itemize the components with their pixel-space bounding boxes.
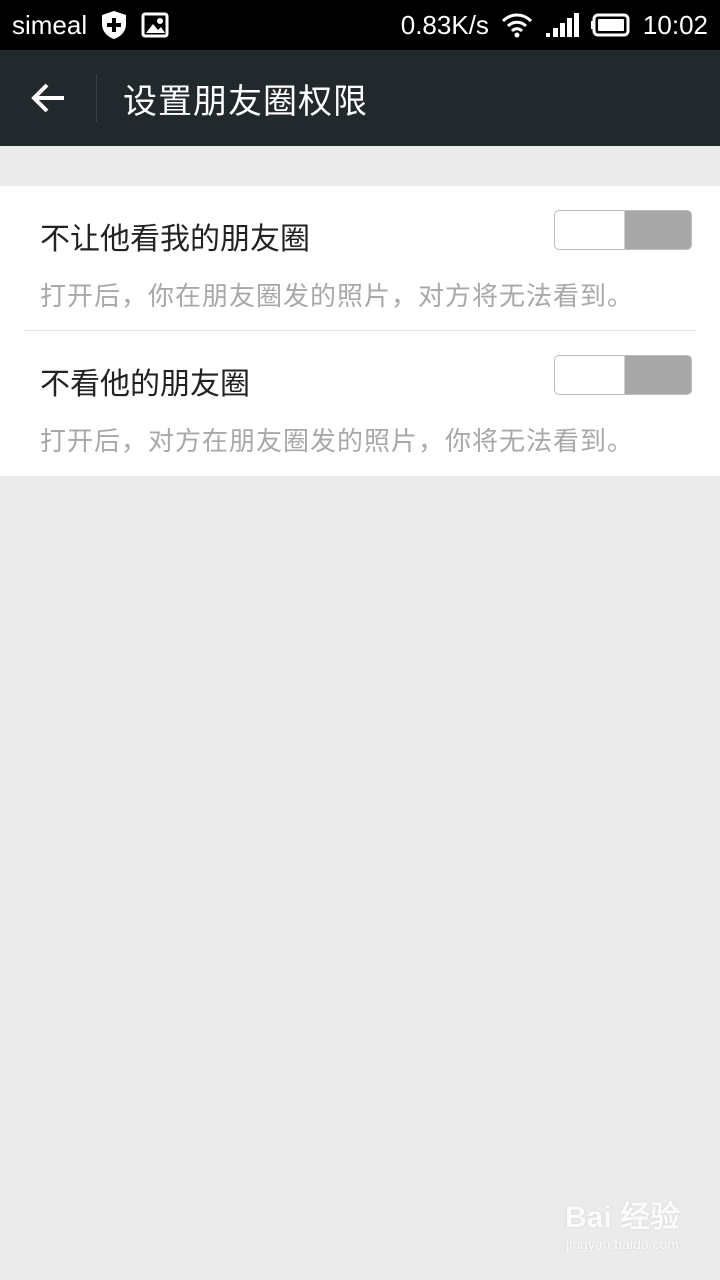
back-arrow-icon — [31, 83, 64, 113]
setting-item-hide-my-moments: 不让他看我的朋友圈 打开后，你在朋友圈发的照片，对方将无法看到。 — [24, 186, 696, 331]
network-speed: 0.83K/s — [400, 10, 489, 40]
status-bar-right: 0.83K/s 10:02 — [401, 12, 708, 38]
status-bar-left: simeal — [12, 10, 169, 40]
settings-card: 不让他看我的朋友圈 打开后，你在朋友圈发的照片，对方将无法看到。 不看他的朋友圈… — [0, 186, 720, 476]
title-bar: 设置朋友圈权限 — [0, 50, 720, 146]
battery-icon — [590, 13, 631, 37]
toggle-knob — [555, 211, 625, 249]
setting-label: 不让他看我的朋友圈 — [40, 222, 310, 257]
title-divider — [96, 74, 97, 122]
wifi-icon — [501, 12, 533, 38]
watermark-main: Bai 经验 — [564, 1201, 680, 1234]
signal-icon — [545, 13, 579, 37]
page-title: 设置朋友圈权限 — [123, 81, 368, 122]
hide-their-moments-toggle[interactable] — [554, 355, 692, 395]
back-button[interactable] — [0, 50, 96, 146]
setting-description: 打开后，你在朋友圈发的照片，对方将无法看到。 — [40, 282, 635, 312]
watermark-sub: jingyan.baidu.com — [566, 1236, 679, 1252]
status-bar: simeal 0.83K/s 10:02 — [0, 0, 720, 50]
setting-label: 不看他的朋友圈 — [40, 367, 250, 402]
clock-time: 10:02 — [642, 10, 708, 40]
setting-description: 打开后，对方在朋友圈发的照片，你将无法看到。 — [40, 427, 635, 457]
shield-plus-icon — [101, 10, 127, 40]
hide-my-moments-toggle[interactable] — [554, 210, 692, 250]
setting-item-hide-their-moments: 不看他的朋友圈 打开后，对方在朋友圈发的照片，你将无法看到。 — [24, 331, 696, 476]
toggle-knob — [555, 356, 625, 394]
image-icon — [141, 12, 169, 38]
baidu-watermark: Bai 经验 jingyan.baidu.com — [565, 1192, 680, 1252]
carrier-name: simeal — [12, 10, 88, 40]
